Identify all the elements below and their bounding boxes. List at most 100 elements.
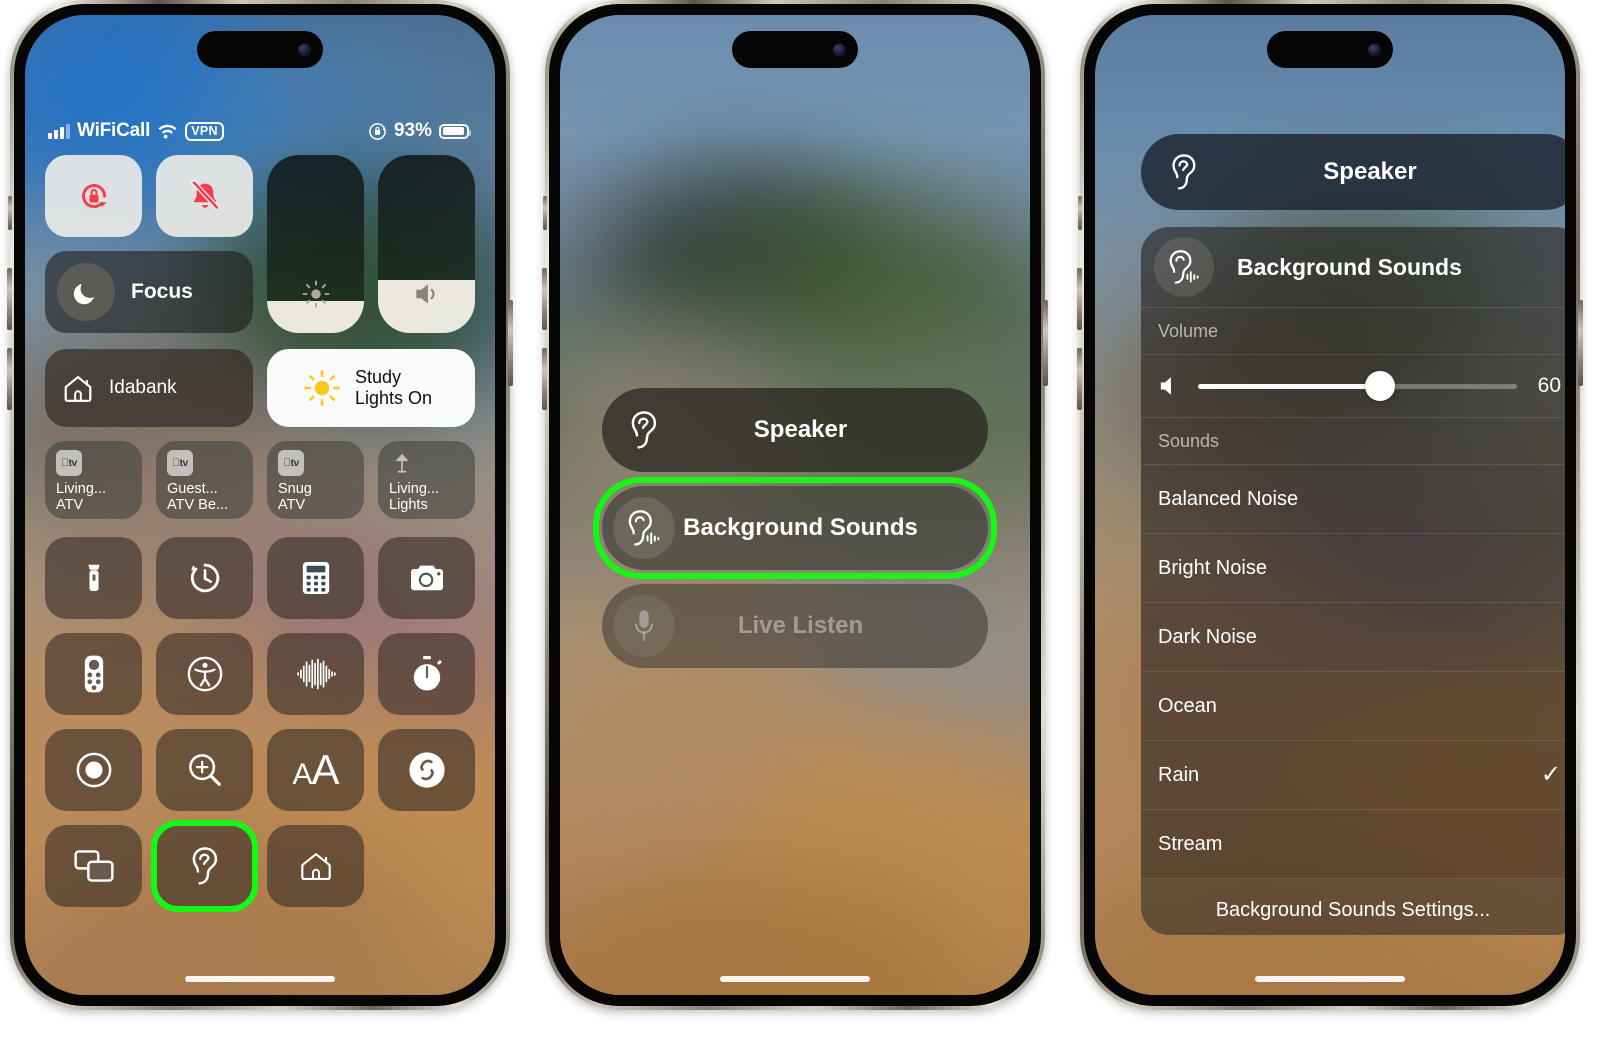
timer-button[interactable] [156, 537, 253, 619]
sound-row-bright-noise[interactable]: Bright Noise [1141, 534, 1565, 603]
brightness-slider[interactable] [267, 155, 364, 333]
background-sounds-settings-link[interactable]: Background Sounds Settings... [1141, 879, 1565, 935]
focus-toggle[interactable]: Focus [45, 251, 253, 333]
front-camera-icon [833, 43, 846, 56]
background-sounds-icon [1154, 237, 1214, 297]
appletv-icon: tv [167, 450, 193, 476]
sound-label: Dark Noise [1158, 625, 1257, 648]
sound-recognition-button[interactable] [267, 633, 364, 715]
front-camera-icon [298, 43, 311, 56]
dynamic-island [1267, 31, 1393, 68]
silent-mode-toggle[interactable] [156, 155, 253, 237]
power-button[interactable] [508, 300, 513, 386]
rotation-lock-icon [73, 175, 115, 217]
shazam-button[interactable] [378, 729, 475, 811]
home-app-button[interactable] [267, 825, 364, 907]
volume-up-button[interactable] [1077, 268, 1082, 330]
text-size-button[interactable]: AA [267, 729, 364, 811]
speaker-icon [410, 277, 444, 311]
screen-record-button[interactable] [45, 729, 142, 811]
scene-line2: ATV [56, 497, 84, 514]
power-button[interactable] [1043, 300, 1048, 386]
calculator-button[interactable] [267, 537, 364, 619]
speaker-icon [1158, 375, 1182, 397]
scene-snug-atv[interactable]: tv SnugATV [267, 441, 364, 519]
home-indicator[interactable] [1255, 976, 1405, 982]
screen-mirroring-button[interactable] [45, 825, 142, 907]
power-button[interactable] [1578, 300, 1583, 386]
camera-button[interactable] [378, 537, 475, 619]
apple-tv-remote-button[interactable] [45, 633, 142, 715]
phone-1-screen: WiFiCall VPN 93% Focus Idabank Study Lig… [25, 15, 495, 995]
rotation-lock-toggle[interactable] [45, 155, 142, 237]
sound-row-balanced-noise[interactable]: Balanced Noise [1141, 465, 1565, 534]
mute-switch[interactable] [543, 196, 547, 230]
phone-2-hearing-menu: Speaker Background Sounds Live Listen [542, 0, 1048, 1010]
hearing-control-menu: Speaker Background Sounds Live Listen [593, 388, 997, 682]
volume-slider-row[interactable]: 60 [1141, 355, 1565, 418]
accessibility-button[interactable] [156, 633, 253, 715]
scene-living-atv[interactable]: tv Living...ATV [45, 441, 142, 519]
phone-1-control-center: WiFiCall VPN 93% Focus Idabank Study Lig… [7, 0, 513, 1010]
lamp-icon [389, 450, 415, 476]
scene-living-lights[interactable]: Living... Lights [378, 441, 475, 519]
stopwatch-button[interactable] [378, 633, 475, 715]
sound-row-ocean[interactable]: Ocean [1141, 672, 1565, 741]
mute-switch[interactable] [8, 196, 12, 230]
volume-slider[interactable] [378, 155, 475, 333]
volume-down-button[interactable] [7, 348, 12, 410]
front-camera-icon [1368, 43, 1381, 56]
sun-icon [303, 369, 341, 407]
scene-line2: ATV Be... [167, 497, 228, 514]
sound-label: Stream [1158, 832, 1223, 855]
background-sounds-icon [613, 497, 675, 559]
panel-header[interactable]: Background Sounds [1141, 227, 1565, 308]
menu-item-live-listen[interactable]: Live Listen [602, 584, 988, 668]
sound-row-dark-noise[interactable]: Dark Noise [1141, 603, 1565, 672]
brightness-icon [299, 277, 333, 311]
magnifier-button[interactable] [156, 729, 253, 811]
sound-row-rain[interactable]: Rain ✓ [1141, 741, 1565, 810]
menu-item-speaker[interactable]: Speaker [602, 388, 988, 472]
volume-track[interactable] [1198, 371, 1517, 401]
bell-slash-icon [184, 175, 226, 217]
appletv-icon: tv [56, 450, 82, 476]
settings-link-label: Background Sounds Settings... [1215, 898, 1491, 921]
moon-icon [57, 263, 115, 321]
scene-line2: ATV [278, 497, 306, 514]
home-icon [61, 371, 95, 405]
volume-section-label: Volume [1141, 308, 1565, 355]
home-tiles-row: Idabank Study Lights On [45, 349, 475, 427]
menu-item-background-sounds[interactable]: Background Sounds [593, 477, 997, 579]
volume-down-button[interactable] [1077, 348, 1082, 410]
speaker-button[interactable]: Speaker [1141, 134, 1565, 210]
scene-line1: Guest... [167, 481, 218, 497]
mute-switch[interactable] [1078, 196, 1082, 230]
home-indicator[interactable] [720, 976, 870, 982]
phone-bezel: WiFiCall VPN 93% Focus Idabank Study Lig… [14, 4, 506, 1006]
speaker-label: Speaker [1323, 158, 1417, 185]
home-tile-label: Idabank [109, 377, 177, 398]
carrier-label: WiFiCall [77, 120, 151, 141]
volume-up-button[interactable] [542, 268, 547, 330]
sound-label: Rain [1158, 763, 1200, 786]
screenshot-canvas: WiFiCall VPN 93% Focus Idabank Study Lig… [0, 0, 1600, 1050]
scene-line2: Lights [389, 497, 428, 514]
panel-header-label: Background Sounds [1237, 253, 1462, 280]
phone-3-background-sounds-panel: Speaker Background Sounds Volume 60 Soun… [1077, 0, 1583, 1010]
dynamic-island [197, 31, 323, 68]
scene-guest-atv[interactable]: tv Guest...ATV Be... [156, 441, 253, 519]
home-indicator[interactable] [185, 976, 335, 982]
flashlight-button[interactable] [45, 537, 142, 619]
hearing-button[interactable] [151, 820, 258, 912]
wifi-icon [157, 123, 178, 139]
sound-row-stream[interactable]: Stream [1141, 810, 1565, 879]
phone-3-screen: Speaker Background Sounds Volume 60 Soun… [1095, 15, 1565, 995]
menu-item-label: Speaker [753, 416, 848, 443]
battery-percent: 93% [393, 120, 432, 141]
home-tile-idabank[interactable]: Idabank [45, 349, 253, 427]
volume-up-button[interactable] [7, 268, 12, 330]
home-tile-study-lights[interactable]: Study Lights On [267, 349, 475, 427]
sound-label: Bright Noise [1158, 556, 1267, 579]
volume-down-button[interactable] [542, 348, 547, 410]
